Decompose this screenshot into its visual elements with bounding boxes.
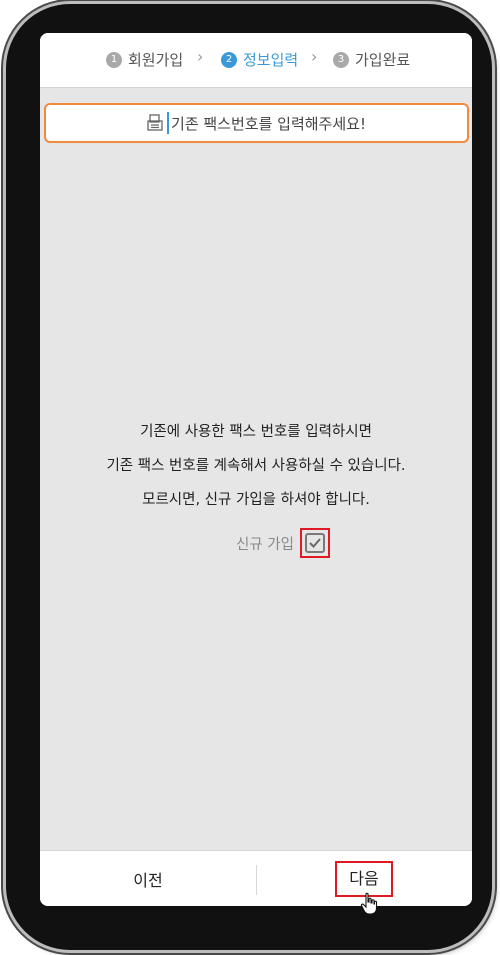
info-line: 모르시면, 신규 가입을 하셔야 합니다.	[142, 492, 370, 508]
fax-icon	[147, 114, 163, 131]
chevron-right-icon: ›	[311, 47, 318, 66]
prev-button[interactable]: 이전	[40, 851, 256, 906]
step-progress-bar: 1 회원가입 › 2 정보입력 › 3 가입완료	[40, 33, 472, 88]
step-number: 2	[221, 51, 237, 68]
phone-frame: 1 회원가입 › 2 정보입력 › 3 가입완료 기존 팩스번호를 입력해주세요…	[6, 4, 492, 950]
fax-input-placeholder: 기존 팩스번호를 입력해주세요!	[171, 114, 366, 133]
info-message: 기존에 사용한 팩스 번호를 입력하시면 기존 팩스 번호를 계속해서 사용하실…	[40, 415, 472, 517]
new-join-label: 신규 가입	[236, 536, 294, 553]
info-line: 기존에 사용한 팩스 번호를 입력하시면	[140, 424, 372, 440]
chevron-right-icon: ›	[197, 47, 204, 66]
step-label: 정보입력	[243, 51, 299, 69]
step-number: 3	[333, 51, 349, 68]
text-caret	[167, 112, 170, 134]
step-number: 1	[106, 51, 122, 68]
app-screen: 1 회원가입 › 2 정보입력 › 3 가입완료 기존 팩스번호를 입력해주세요…	[40, 33, 472, 906]
fax-number-input[interactable]: 기존 팩스번호를 입력해주세요!	[44, 103, 469, 143]
step-info-input: 2 정보입력	[221, 49, 298, 70]
new-join-checkbox[interactable]	[304, 533, 325, 553]
step-complete: 3 가입완료	[333, 49, 410, 70]
step-signup: 1 회원가입	[106, 49, 183, 70]
highlight-box	[299, 528, 330, 558]
hand-cursor-icon	[360, 892, 378, 915]
new-join-option: 신규 가입	[40, 528, 472, 558]
step-label: 가입완료	[355, 51, 411, 69]
info-line: 기존 팩스 번호를 계속해서 사용하실 수 있습니다.	[106, 458, 406, 474]
bottom-nav: 이전 다음	[40, 850, 472, 906]
checkmark-icon	[309, 538, 321, 548]
step-label: 회원가입	[128, 51, 184, 69]
